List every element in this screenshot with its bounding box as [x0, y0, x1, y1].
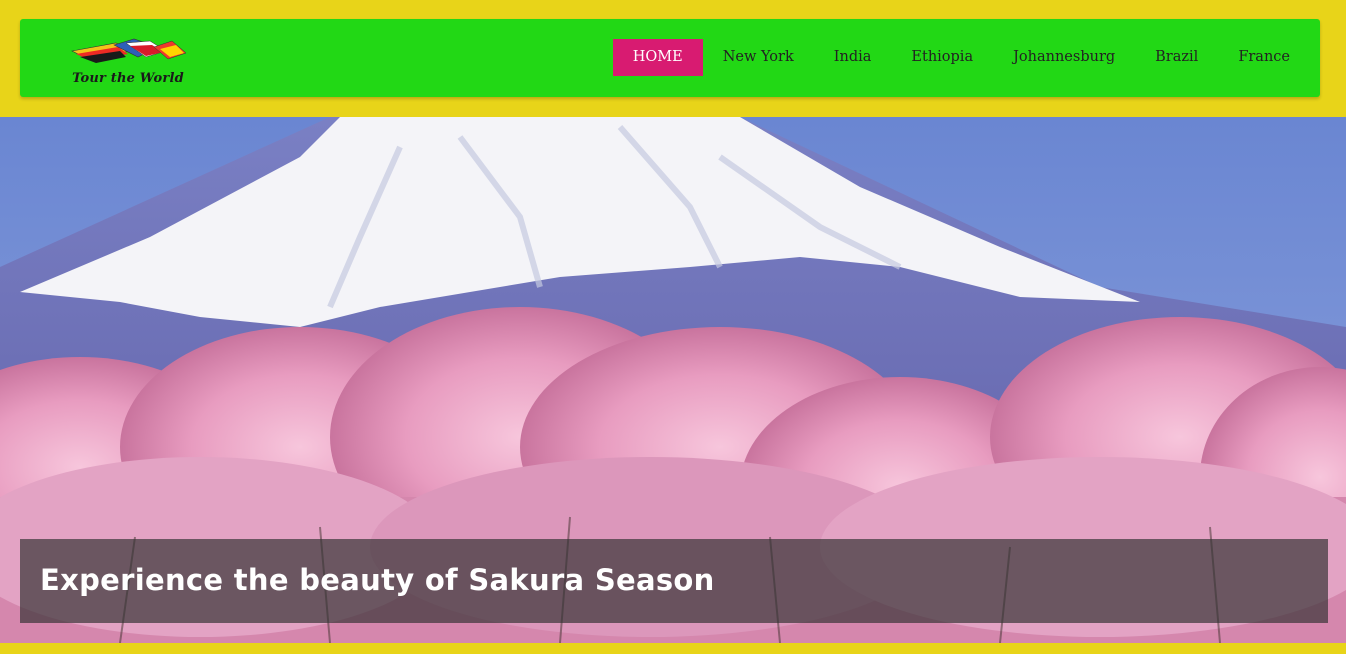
nav-item-new-york[interactable]: New York: [703, 39, 814, 76]
nav-item-brazil[interactable]: Brazil: [1135, 39, 1218, 76]
nav-item-ethiopia[interactable]: Ethiopia: [891, 39, 993, 76]
hero-caption-text: Experience the beauty of Sakura Season: [40, 563, 715, 597]
nav-item-johannesburg[interactable]: Johannesburg: [993, 39, 1135, 76]
nav-item-france[interactable]: France: [1218, 39, 1310, 76]
site-logo[interactable]: Tour the World: [68, 37, 188, 91]
navbar: Tour the World HOME New York India Ethio…: [20, 19, 1320, 97]
hero-caption: Experience the beauty of Sakura Season: [20, 539, 1328, 623]
logo-text: Tour the World: [72, 71, 184, 86]
nav-item-home[interactable]: HOME: [612, 39, 703, 76]
nav-item-india[interactable]: India: [814, 39, 892, 76]
main-nav: HOME New York India Ethiopia Johannesbur…: [612, 39, 1310, 76]
hero-slide: Experience the beauty of Sakura Season: [0, 117, 1346, 643]
